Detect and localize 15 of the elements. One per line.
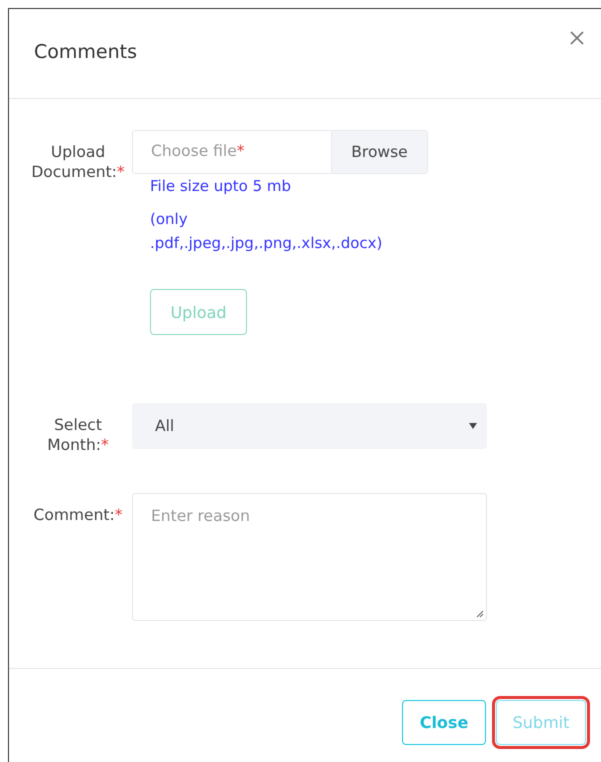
file-hint: File size upto 5 mb: [149, 176, 292, 197]
dialog-title: Comments: [34, 41, 137, 63]
field-label: Upload Document:*: [30, 142, 126, 183]
caret-icon: [469, 423, 477, 429]
field-label: Select Month:*: [46, 415, 110, 455]
close-icon[interactable]: [570, 31, 584, 45]
close-button[interactable]: Close: [402, 700, 486, 745]
file-input[interactable]: Choose file* Browse: [132, 130, 428, 174]
field-label: Comment:*: [32, 505, 124, 526]
file-hint: (only .pdf,.jpeg,.jpg,.png,.xlsx,.docx): [149, 209, 384, 254]
comment-textarea[interactable]: Enter reason: [132, 493, 487, 621]
browse-button[interactable]: Browse: [331, 131, 427, 173]
month-select[interactable]: All: [132, 403, 487, 449]
file-placeholder: Choose file*: [150, 141, 246, 162]
resize-grip-icon: [474, 608, 484, 618]
